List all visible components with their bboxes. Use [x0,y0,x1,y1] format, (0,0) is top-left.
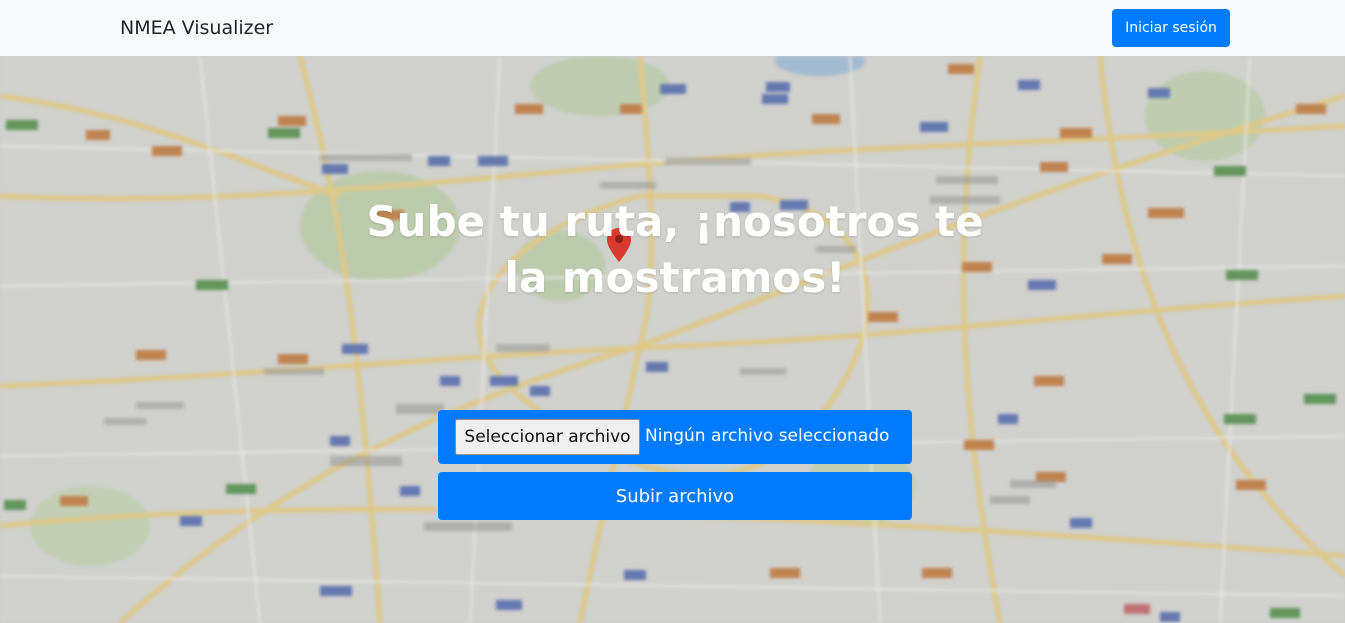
file-upload-field[interactable]: Seleccionar archivo Ningún archivo selec… [438,410,912,464]
hero-title: Sube tu ruta, ¡nosotros te la mostramos! [366,197,984,302]
map-overlay [0,56,1345,623]
login-button[interactable]: Iniciar sesión [1112,9,1230,47]
upload-submit-button[interactable]: Subir archivo [438,472,912,520]
navbar: NMEA Visualizer Iniciar sesión [0,0,1345,56]
map-background [0,56,1345,623]
brand-title[interactable]: NMEA Visualizer [120,17,273,39]
choose-file-button[interactable]: Seleccionar archivo [455,419,640,455]
selected-file-status: Ningún archivo seleccionado [645,426,890,446]
